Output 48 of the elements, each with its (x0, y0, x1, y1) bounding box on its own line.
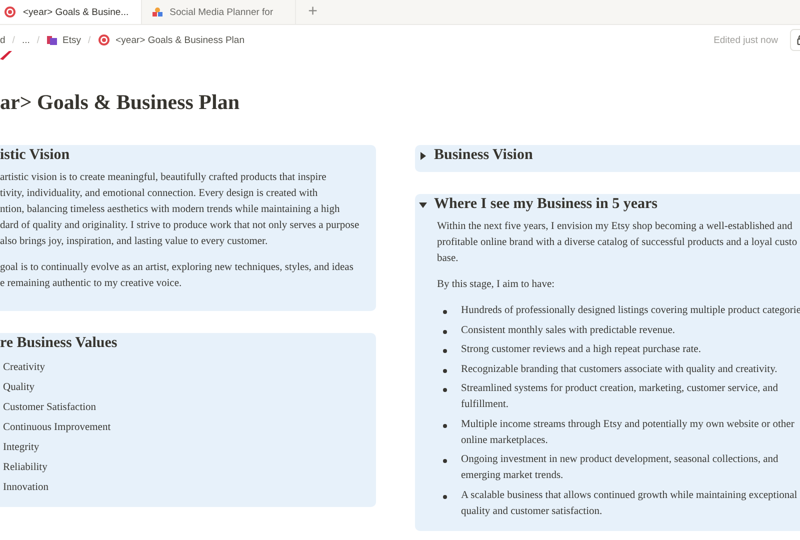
list-item: Creativity (2, 361, 46, 375)
breadcrumb-link[interactable]: <year> Goals & Business Plan (116, 34, 244, 46)
bullet-icon (443, 310, 447, 314)
breadcrumb-link[interactable]: Etsy (62, 34, 81, 46)
bullet-text: Recognizable branding that customers associate with quality and creativity. (461, 362, 778, 376)
browser-tab[interactable]: Social Media Planner for (142, 0, 296, 24)
breadcrumb-link[interactable]: d (0, 34, 6, 46)
target-icon (4, 6, 16, 18)
bullet-text: Consistent monthly sales with predictable revenue. (461, 324, 676, 338)
edited-status: Edited just now (714, 34, 778, 46)
bullet-text: Multiple income streams through Etsy and potentially my own website or other online marketplaces. (461, 418, 794, 448)
browser-tab[interactable]: <year> Goals & Busine... (0, 0, 142, 24)
bullet-text: Ongoing investment in new product development, seasonal collections, and emerging market trends. (461, 453, 778, 483)
breadcrumb-separator: / (36, 34, 40, 46)
breadcrumb-separator: / (12, 34, 15, 46)
paragraph: By this stage, I aim to have: (437, 278, 555, 292)
bullet-text: A scalable business that allows continued growth while maintaining exceptional quality and customer satisfaction. (461, 488, 798, 518)
bullet-icon (443, 368, 447, 372)
list-item: Innovation (2, 481, 50, 495)
shapes-icon (152, 7, 163, 17)
folder-icon (46, 36, 56, 44)
list-item: Quality (2, 381, 36, 395)
paragraph: goal is to continually evolve as an artist, exploring new techniques, styles, and ideas e remaining authentic to my creative voice. (0, 261, 354, 291)
breadcrumb-separator: / (88, 34, 91, 46)
paragraph: Within the next five years, I envision my Etsy shop becoming a well-established and profitable online brand with a diverse catalog of successful products and a loyal custo base. (437, 220, 798, 266)
bullet-icon (443, 349, 447, 353)
list-item: Integrity (2, 441, 40, 455)
bullet-icon (443, 494, 447, 498)
section-heading: re Business Values (0, 335, 118, 352)
toggle-heading[interactable]: Where I see my Business in 5 years (419, 196, 800, 213)
page-icon (0, 51, 12, 60)
list-item: Continuous Improvement (2, 421, 112, 435)
breadcrumb-link[interactable]: ... (22, 34, 30, 46)
toggle-heading[interactable]: Business Vision (419, 147, 800, 164)
list-item: Customer Satisfaction (2, 401, 98, 415)
caret-right-icon[interactable] (419, 152, 427, 160)
paragraph: artistic vision is to create meaningful, beautifully crafted products that inspire tivity, individuality, and emotional connection. Every design is created with ntion, balancing timeless aesthetics with modern trends while maintaining a high dard of quality and originality. I strive to produce work that not only serves a purpose also brings joy, inspiration, and lasting value to every customer. (0, 171, 360, 249)
caret-down-icon[interactable] (419, 200, 427, 208)
bullet-icon (443, 424, 447, 428)
list-item: Reliability (2, 461, 48, 475)
bullet-text: Strong customer reviews and a high repeat purchase rate. (461, 343, 701, 357)
bullet-text: Streamlined systems for product creation, marketing, customer service, and fulfillment. (461, 382, 778, 412)
bullet-icon (443, 459, 447, 463)
target-icon (98, 34, 110, 46)
bullet-icon (443, 330, 447, 334)
page-title: ar> Goals & Business Plan (0, 90, 241, 115)
section-heading: istic Vision (0, 147, 71, 164)
bullet-icon (443, 388, 447, 392)
